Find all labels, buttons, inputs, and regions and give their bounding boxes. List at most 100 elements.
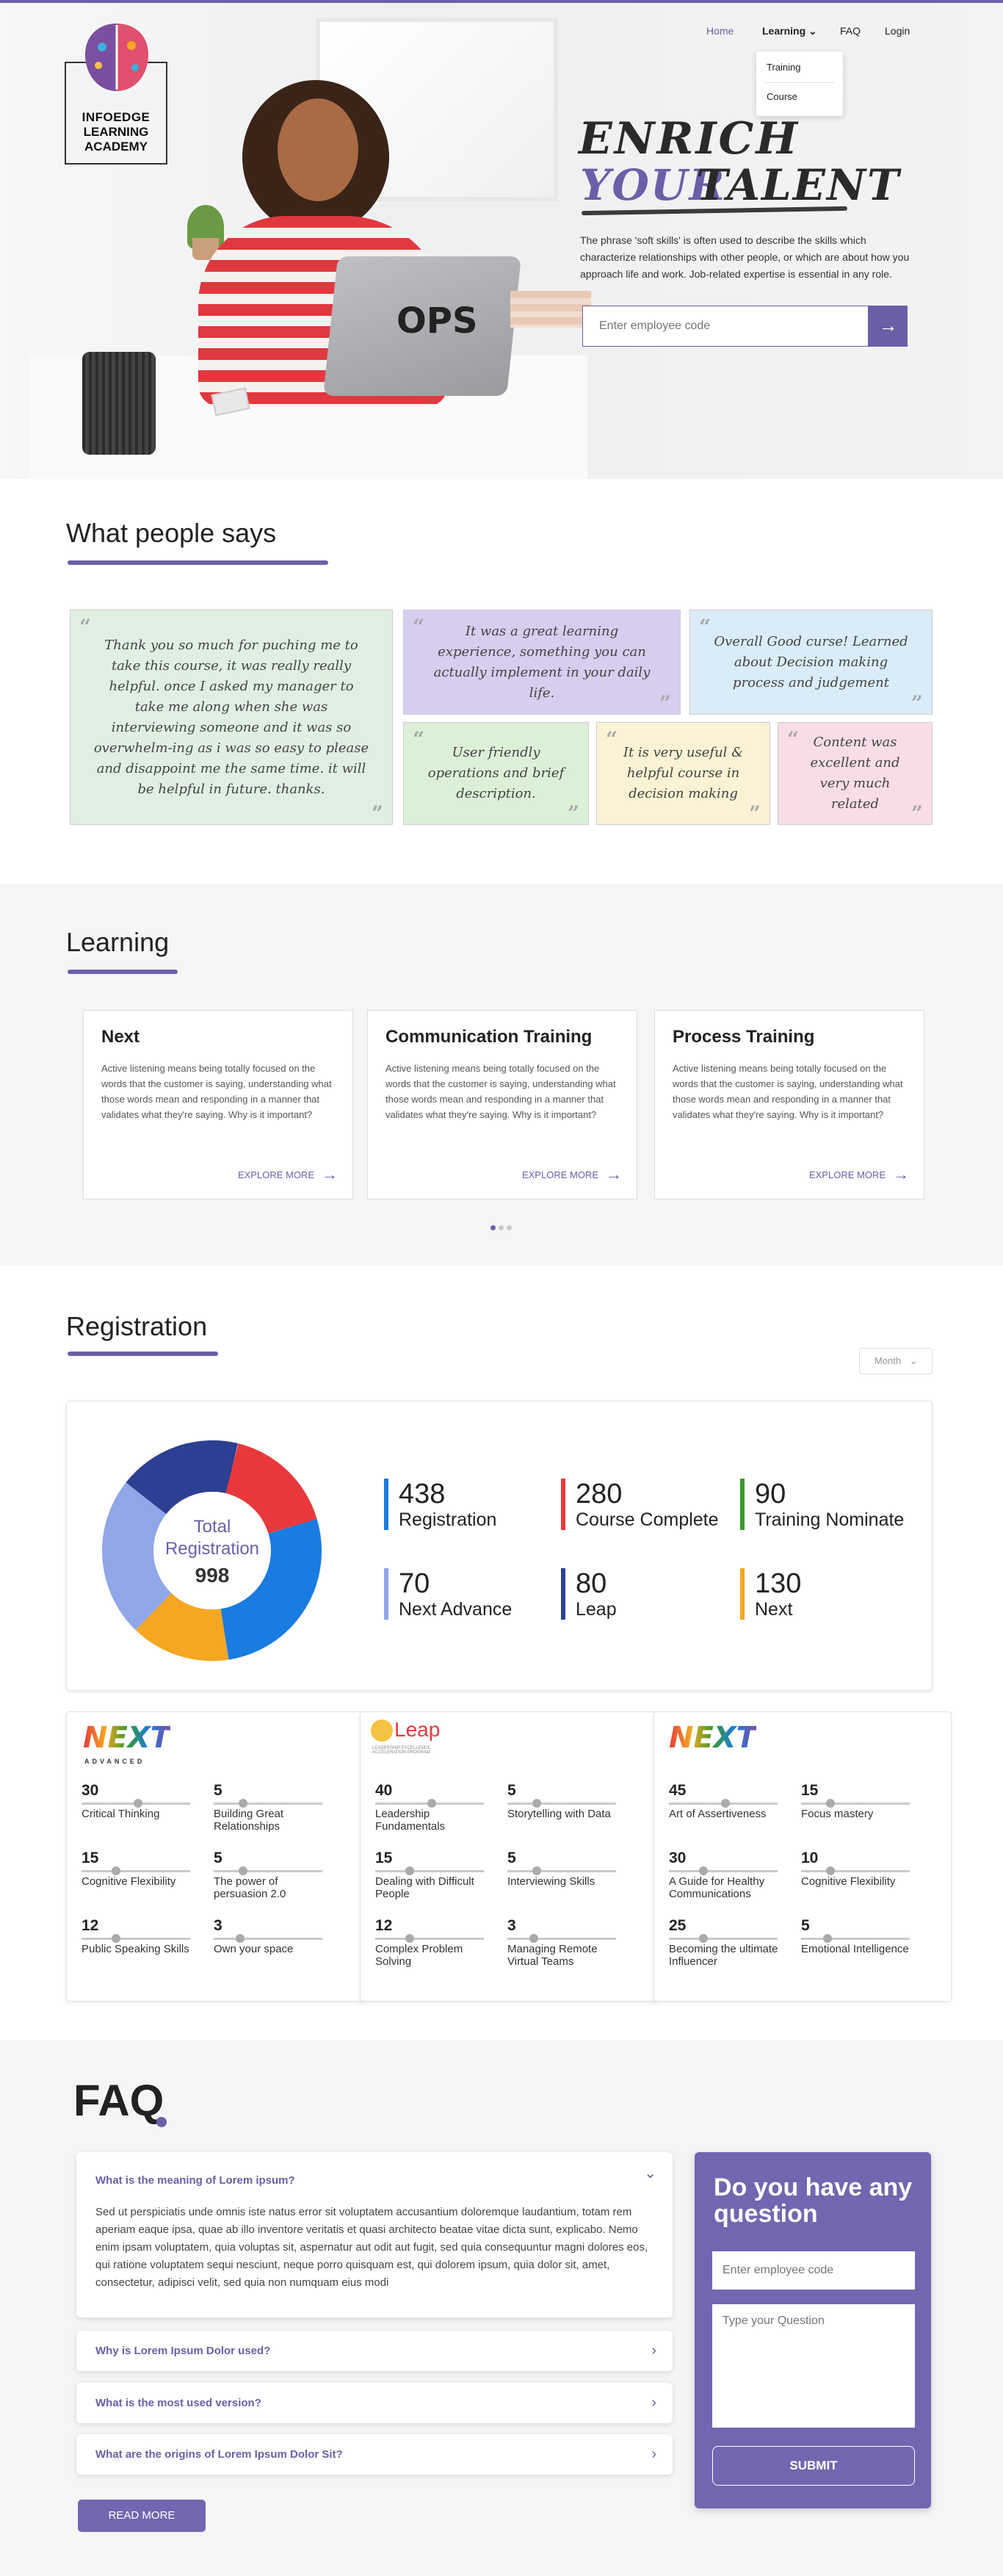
faq-question: What is the most used version? — [95, 2397, 261, 2409]
skill-label: Public Speaking Skills — [82, 1943, 189, 1955]
program-skill-item: 15 Cognitive Flexibility — [82, 1850, 199, 1888]
donut-total-value: 998 — [195, 1564, 230, 1587]
skill-progress-track — [669, 1866, 778, 1875]
faq-item[interactable]: What are the origins of Lorem Ipsum Dolo… — [76, 2434, 673, 2475]
skill-label: Art of Assertiveness — [669, 1808, 767, 1820]
quote-close-icon: ” — [910, 801, 923, 826]
testimonial-text: It is very useful & helpful course in de… — [623, 745, 744, 801]
program-skill-item: 12 Complex Problem Solving — [375, 1917, 493, 1968]
stat-color-bar — [561, 1479, 565, 1530]
chevron-down-icon: ⌄ — [808, 25, 817, 37]
ask-employee-code-input[interactable] — [712, 2251, 915, 2290]
skill-progress-knob — [529, 1934, 538, 1943]
learning-card[interactable]: Process Training Active listening means … — [654, 1010, 924, 1199]
stat-color-bar — [384, 1479, 388, 1530]
stat-value: 280 — [576, 1479, 623, 1509]
faq-item-open[interactable]: What is the meaning of Lorem ipsum? ⌄ Se… — [76, 2152, 673, 2317]
skill-progress-track — [82, 1934, 190, 1943]
skill-progress-knob — [133, 1799, 142, 1808]
carousel-dot-active[interactable] — [490, 1225, 496, 1230]
skill-progress-track — [375, 1799, 484, 1808]
learning-dropdown: Training Course — [756, 51, 843, 116]
testimonial-text: Overall Good curse! Learned about Decisi… — [714, 633, 908, 690]
stat-label: Next Advance — [399, 1599, 513, 1620]
dropdown-divider — [765, 82, 834, 83]
quote-close-icon: ” — [371, 801, 383, 826]
skill-progress-track — [82, 1799, 190, 1808]
nav-learning[interactable]: Learning ⌄ — [762, 25, 817, 37]
quote-open-icon: “ — [413, 615, 425, 639]
program-card-leap: Leap LEADERSHIP EXCELLENCE ACCELERATION … — [360, 1711, 658, 2002]
month-filter-select[interactable]: Month ⌄ — [859, 1348, 933, 1374]
testimonial-card: “ User friendly operations and brief des… — [403, 722, 589, 826]
skill-progress-knob — [698, 1866, 708, 1875]
skill-progress-knob — [111, 1866, 120, 1875]
skill-progress-knob — [239, 1799, 247, 1808]
donut-label-total: Total — [194, 1517, 231, 1537]
skill-progress-track — [214, 1799, 322, 1808]
skill-count: 40 — [375, 1782, 393, 1799]
quote-open-icon: “ — [79, 615, 92, 639]
skill-count: 30 — [669, 1850, 687, 1866]
skill-progress-knob — [405, 1934, 414, 1943]
nav-faq[interactable]: FAQ — [840, 25, 861, 37]
program-skill-item: 5 The power of persuasion 2.0 — [214, 1850, 331, 1900]
program-skill-item: 15 Focus mastery — [801, 1782, 919, 1820]
skill-label: Focus mastery — [801, 1808, 874, 1820]
skill-count: 25 — [669, 1917, 687, 1934]
skill-label: Building Great Relationships — [214, 1808, 284, 1833]
skill-progress-track — [801, 1934, 910, 1943]
leap-logo-sub: LEADERSHIP EXCELLENCE ACCELERATION PROGR… — [372, 1746, 431, 1755]
dropdown-item-course[interactable]: Course — [767, 91, 797, 102]
skill-count: 30 — [82, 1782, 99, 1799]
skill-progress-track — [669, 1799, 778, 1808]
program-card-next: NEXT 45 Art of Assertiveness 15 Focus maste… — [653, 1711, 952, 2002]
skill-count: 15 — [375, 1850, 393, 1866]
faq-item[interactable]: What is the most used version? › — [76, 2383, 673, 2423]
learning-card-title: Process Training — [673, 1027, 815, 1047]
ask-question-title: Do you have any question — [714, 2173, 913, 2228]
ask-submit-button[interactable]: SUBMIT — [712, 2446, 915, 2486]
faq-question: Why is Lorem Ipsum Dolor used? — [95, 2345, 271, 2357]
program-skill-item: 5 Emotional Intelligence — [801, 1917, 919, 1955]
stat-label: Training Nominate — [755, 1509, 905, 1530]
skill-progress-knob — [720, 1799, 730, 1808]
nav-home[interactable]: Home — [706, 25, 734, 37]
dropdown-item-training[interactable]: Training — [767, 62, 800, 73]
learning-card[interactable]: Next Active listening means being totall… — [83, 1010, 353, 1199]
stat-value: 90 — [755, 1479, 786, 1509]
faq-item[interactable]: Why is Lorem Ipsum Dolor used? › — [76, 2331, 673, 2371]
nav-login[interactable]: Login — [885, 25, 910, 37]
explore-more-link[interactable]: EXPLORE MORE → — [238, 1165, 338, 1184]
stat-color-bar — [384, 1568, 388, 1620]
carousel-dot[interactable] — [499, 1225, 504, 1230]
skill-label: Cognitive Flexibility — [801, 1875, 896, 1888]
stat-color-bar — [561, 1568, 565, 1620]
read-more-button[interactable]: READ MORE — [78, 2500, 206, 2532]
skill-progress-track — [375, 1866, 484, 1875]
skill-label: Emotional Intelligence — [801, 1943, 909, 1955]
registration-title: Registration — [66, 1311, 208, 1341]
ask-question-textarea[interactable] — [712, 2304, 915, 2428]
learning-card[interactable]: Communication Training Active listening … — [367, 1010, 637, 1199]
skill-label: Critical Thinking — [82, 1808, 160, 1820]
explore-more-link[interactable]: EXPLORE MORE → — [809, 1165, 909, 1184]
program-skill-item: 40 Leadership Fundamentals — [375, 1782, 493, 1833]
testimonial-text: It was a great learning experience, some… — [433, 623, 651, 701]
explore-more-link[interactable]: EXPLORE MORE → — [522, 1165, 622, 1184]
testimonials-title-underline — [68, 560, 328, 565]
carousel-dot[interactable] — [507, 1225, 512, 1230]
quote-open-icon: “ — [606, 727, 618, 751]
skill-progress-knob — [822, 1934, 832, 1943]
employee-code-submit-button[interactable]: → — [869, 306, 908, 347]
skill-label: Becoming the ultimate Influencer — [669, 1943, 778, 1968]
logo-text-line3: ACADEMY — [84, 140, 148, 154]
skill-progress-track — [214, 1934, 322, 1943]
employee-code-input[interactable] — [582, 306, 869, 347]
registration-summary-card: Total Registration 998 438 Registration 2… — [66, 1401, 933, 1691]
testimonial-card: “ Content was excellent and very much re… — [778, 722, 933, 826]
stat-color-bar — [740, 1568, 745, 1620]
stat-value: 70 — [399, 1568, 430, 1599]
skill-progress-knob — [826, 1799, 835, 1808]
program-skill-item: 3 Own your space — [214, 1917, 331, 1955]
